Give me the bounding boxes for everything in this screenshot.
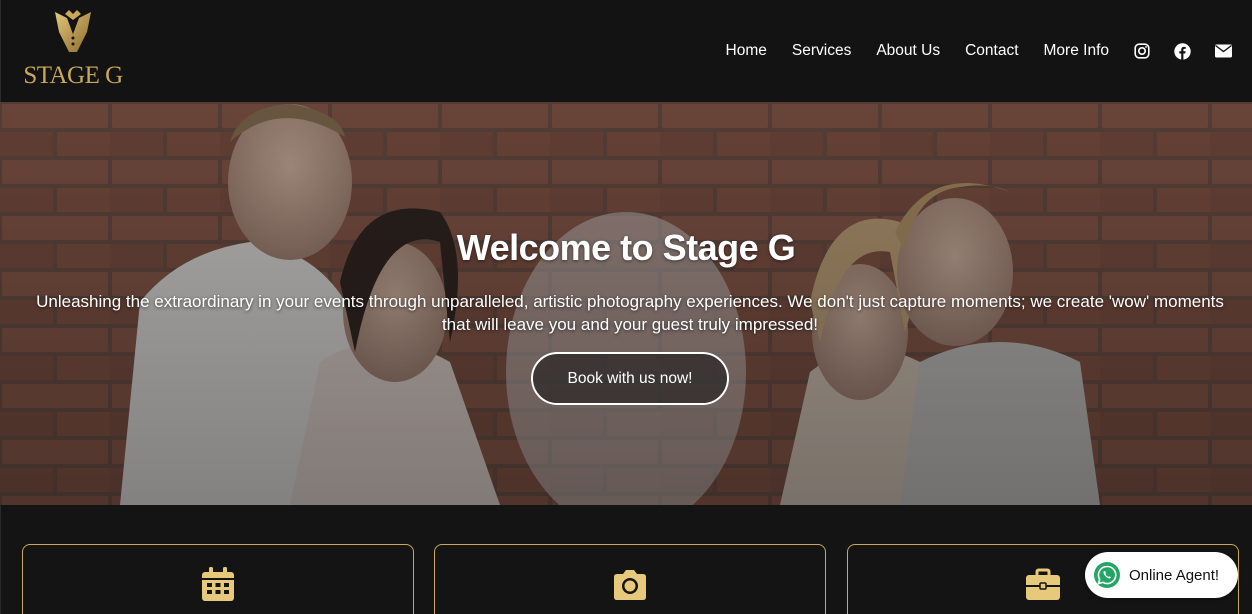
- tuxedo-logo-icon: [55, 10, 91, 52]
- main-nav: Home Services About Us Contact More Info: [701, 36, 1232, 66]
- envelope-icon[interactable]: [1215, 43, 1232, 60]
- facebook-icon[interactable]: [1174, 42, 1191, 60]
- hero-section: Welcome to Stage G Unleashing the extrao…: [0, 102, 1252, 505]
- nav-home[interactable]: Home: [726, 42, 767, 60]
- nav-more-info[interactable]: More Info: [1044, 42, 1109, 60]
- nav-services[interactable]: Services: [792, 42, 851, 60]
- calendar-icon: [202, 567, 234, 601]
- nav-about-us[interactable]: About Us: [876, 42, 940, 60]
- briefcase-icon: [1026, 568, 1060, 600]
- nav-contact[interactable]: Contact: [965, 42, 1018, 60]
- camera-icon: [614, 570, 646, 600]
- site-header: STAGE G Home Services About Us Contact M…: [0, 0, 1252, 102]
- service-card-photography[interactable]: [434, 544, 826, 614]
- whatsapp-icon: [1094, 562, 1120, 588]
- hero-subtitle: Unleashing the extraordinary in your eve…: [36, 292, 1224, 334]
- hero-title: Welcome to Stage G: [456, 227, 796, 268]
- brand-name: STAGE G: [23, 62, 123, 89]
- brand-logo[interactable]: STAGE G: [23, 8, 123, 92]
- online-agent-label: Online Agent!: [1129, 566, 1220, 584]
- services-cards: [0, 505, 1252, 614]
- book-now-button[interactable]: Book with us now!: [531, 352, 729, 405]
- service-card-scheduling[interactable]: [22, 544, 414, 614]
- online-agent-chat-button[interactable]: Online Agent!: [1085, 552, 1238, 598]
- instagram-icon[interactable]: [1133, 43, 1150, 60]
